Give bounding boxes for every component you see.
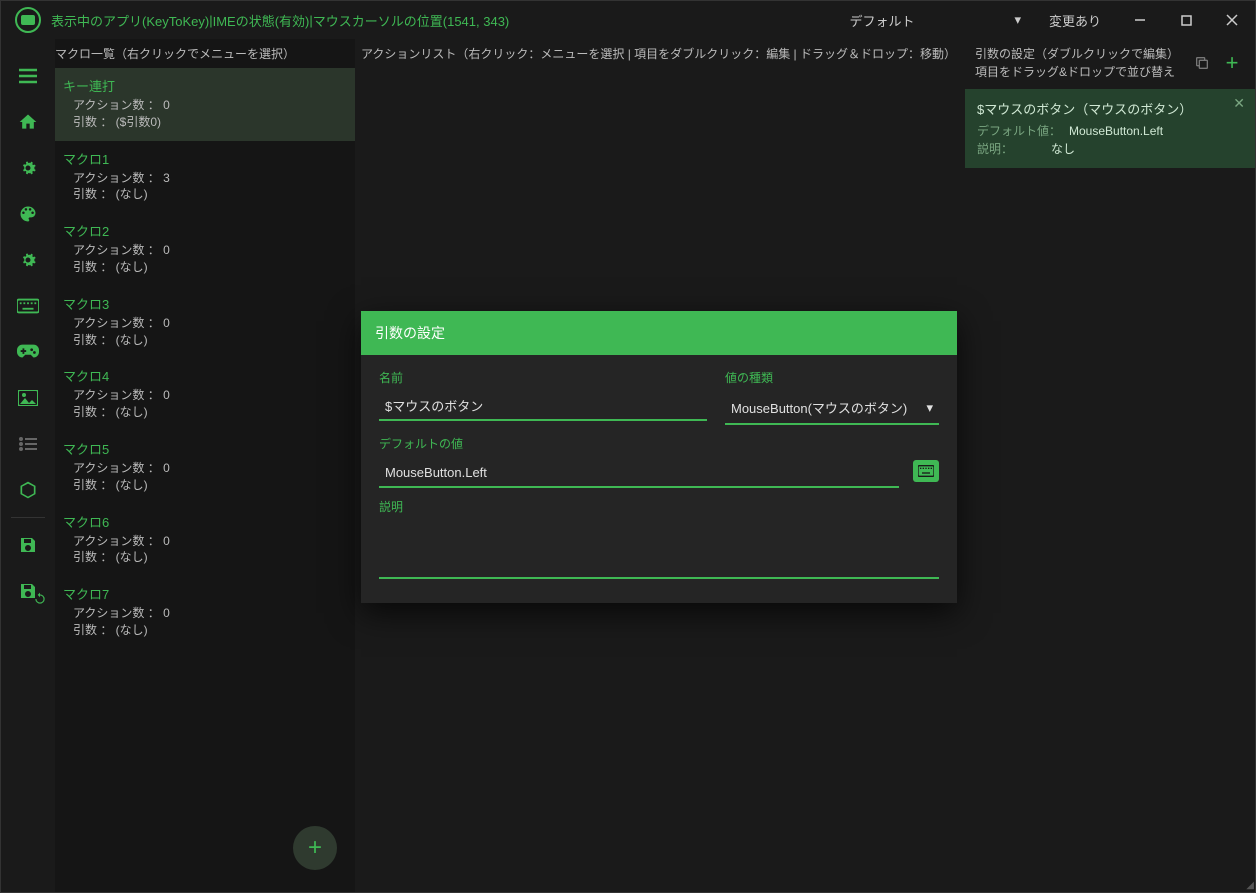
args-header-line2: 項目をドラッグ&ドロップで並び替え [975, 63, 1187, 81]
keyboard-icon[interactable] [1, 283, 55, 329]
titlebar-ime: IMEの状態(有効) [213, 11, 310, 30]
save-icon[interactable] [1, 522, 55, 568]
macro-actions: アクション数 ： 0 [63, 97, 345, 114]
keyboard-picker-button[interactable] [913, 460, 939, 482]
desc-input[interactable] [379, 523, 939, 579]
arg-card-title: $マウスのボタン（マウスのボタン） [977, 99, 1243, 118]
macro-item-2[interactable]: マクロ2 アクション数 ： 0 引数 ： (なし) [55, 213, 355, 286]
args-panel-header: 引数の設定（ダブルクリックで編集） 項目をドラッグ&ドロップで並び替え + [965, 39, 1255, 87]
macro-args: 引数 ： (なし) [63, 332, 345, 349]
gear-icon[interactable] [1, 145, 55, 191]
plus-icon: + [308, 834, 322, 862]
default-input[interactable] [379, 461, 899, 488]
macro-actions: アクション数 ： 0 [63, 605, 345, 622]
menu-icon[interactable] [1, 53, 55, 99]
arg-card[interactable]: ✕ $マウスのボタン（マウスのボタン） デフォルト値： MouseButton.… [965, 89, 1255, 168]
macro-item-4[interactable]: マクロ4 アクション数 ： 0 引数 ： (なし) [55, 358, 355, 431]
action-list-header: アクションリスト（右クリック：メニューを選択 | 項目をダブルクリック：編集 |… [355, 39, 965, 68]
macro-args: 引数 ： (なし) [63, 477, 345, 494]
titlebar: 表示中のアプリ(KeyToKey) | IMEの状態(有効) | マウスカーソル… [1, 1, 1255, 39]
macro-actions: アクション数 ： 3 [63, 170, 345, 187]
image-icon[interactable] [1, 375, 55, 421]
copy-button[interactable] [1187, 45, 1217, 81]
sidebar-separator [11, 517, 45, 518]
palette-icon[interactable] [1, 191, 55, 237]
macro-item-6[interactable]: マクロ6 アクション数 ： 0 引数 ： (なし) [55, 504, 355, 577]
macro-list-header: マクロ一覧（右クリックでメニューを選択） [55, 39, 355, 68]
macro-item-1[interactable]: マクロ1 アクション数 ： 3 引数 ： (なし) [55, 141, 355, 214]
gear2-icon[interactable] [1, 237, 55, 283]
save-reload-icon[interactable] [1, 568, 55, 614]
name-label: 名前 [379, 369, 707, 386]
close-icon[interactable]: ✕ [1233, 95, 1245, 112]
type-label: 値の種類 [725, 369, 939, 386]
app-logo-icon [15, 7, 41, 33]
macro-item-7[interactable]: マクロ7 アクション数 ： 0 引数 ： (なし) [55, 576, 355, 649]
macro-title: マクロ1 [63, 149, 345, 168]
macro-args: 引数 ： (なし) [63, 549, 345, 566]
list-icon[interactable] [1, 421, 55, 467]
arg-default-value: MouseButton.Left [1069, 122, 1163, 140]
macro-title: マクロ6 [63, 512, 345, 531]
macro-title: マクロ2 [63, 221, 345, 240]
arg-default-label: デフォルト値： [977, 122, 1061, 140]
macro-title: マクロ7 [63, 584, 345, 603]
macro-title: マクロ5 [63, 439, 345, 458]
add-macro-button[interactable]: + [293, 826, 337, 870]
macro-title: キー連打 [63, 76, 345, 95]
macro-args: 引数 ： (なし) [63, 259, 345, 276]
box-icon[interactable] [1, 467, 55, 513]
minimize-button[interactable] [1117, 1, 1163, 39]
args-header-line1: 引数の設定（ダブルクリックで編集） [975, 45, 1187, 63]
macro-args: 引数 ： (なし) [63, 622, 345, 639]
macro-actions: アクション数 ： 0 [63, 533, 345, 550]
desc-label: 説明 [379, 498, 939, 515]
macro-item-0[interactable]: キー連打 アクション数 ： 0 引数 ： ($引数0) [55, 68, 355, 141]
args-panel: 引数の設定（ダブルクリックで編集） 項目をドラッグ&ドロップで並び替え + ✕ … [965, 39, 1255, 892]
home-icon[interactable] [1, 99, 55, 145]
macro-actions: アクション数 ： 0 [63, 387, 345, 404]
chevron-down-icon: ▾ [926, 400, 933, 416]
profile-dropdown[interactable]: デフォルト ▾ [837, 11, 1033, 30]
default-label: デフォルトの値 [379, 435, 939, 452]
macro-item-3[interactable]: マクロ3 アクション数 ： 0 引数 ： (なし) [55, 286, 355, 359]
name-input[interactable] [379, 394, 707, 421]
close-button[interactable] [1209, 1, 1255, 39]
macro-actions: アクション数 ： 0 [63, 315, 345, 332]
resize-grip[interactable]: ◢ [1246, 880, 1254, 891]
macro-args: 引数 ： (なし) [63, 404, 345, 421]
arg-desc-label: 説明： [977, 140, 1013, 158]
arg-settings-dialog: 引数の設定 名前 値の種類 MouseButton(マウスのボタン) ▾ デフォ… [361, 311, 957, 603]
macro-title: マクロ3 [63, 294, 345, 313]
dialog-title: 引数の設定 [361, 311, 957, 355]
maximize-button[interactable] [1163, 1, 1209, 39]
sidebar [1, 39, 55, 892]
change-status: 変更あり [1033, 11, 1117, 30]
macro-args: 引数 ： ($引数0) [63, 114, 345, 131]
type-select-value: MouseButton(マウスのボタン) [731, 398, 907, 417]
titlebar-app: 表示中のアプリ(KeyToKey) [51, 11, 209, 30]
macro-actions: アクション数 ： 0 [63, 460, 345, 477]
arg-desc-value: なし [1021, 140, 1075, 158]
macro-item-5[interactable]: マクロ5 アクション数 ： 0 引数 ： (なし) [55, 431, 355, 504]
chevron-down-icon: ▾ [1014, 12, 1021, 28]
macro-actions: アクション数 ： 0 [63, 242, 345, 259]
gamepad-icon[interactable] [1, 329, 55, 375]
profile-dropdown-label: デフォルト [849, 11, 914, 30]
macro-title: マクロ4 [63, 366, 345, 385]
type-select[interactable]: MouseButton(マウスのボタン) ▾ [725, 394, 939, 425]
add-arg-button[interactable]: + [1217, 45, 1247, 81]
macro-args: 引数 ： (なし) [63, 186, 345, 203]
titlebar-cursor: マウスカーソルの位置(1541, 343) [313, 11, 510, 30]
macro-list-panel: マクロ一覧（右クリックでメニューを選択） キー連打 アクション数 ： 0 引数 … [55, 39, 355, 892]
